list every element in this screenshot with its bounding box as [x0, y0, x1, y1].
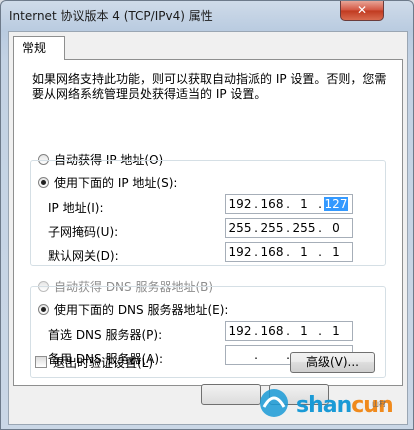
radio-manual-ip-label: 使用下面的 IP 地址(S): [54, 175, 178, 190]
ip-octet-4[interactable]: 127 [322, 197, 350, 211]
advanced-button[interactable]: 高级(V)... [290, 352, 375, 373]
validate-settings-row[interactable]: 退出时验证设置(L) [35, 354, 153, 370]
radio-manual-ip-circle[interactable] [38, 176, 49, 188]
ok-button[interactable] [201, 384, 261, 405]
pdns-octet-1[interactable]: 192 [226, 324, 254, 338]
default-gateway-field[interactable]: 192. 168. 1. 1 [225, 242, 353, 262]
gateway-octet-2[interactable]: 168 [258, 245, 286, 259]
mask-octet-3[interactable]: 255 [290, 221, 318, 235]
radio-manual-ip[interactable]: 使用下面的 IP 地址(S): [38, 174, 181, 190]
radio-manual-dns-circle[interactable] [38, 303, 49, 315]
pdns-octet-3[interactable]: 1 [290, 324, 318, 338]
ip-octet-1[interactable]: 192 [226, 197, 254, 211]
ip-octet-2[interactable]: 168 [258, 197, 286, 211]
window-title: Internet 协议版本 4 (TCP/IPv4) 属性 [9, 9, 213, 23]
preferred-dns-label: 首选 DNS 服务器(P): [48, 328, 163, 342]
watermark-subtext: 山村 [372, 400, 386, 408]
subnet-mask-label: 子网掩码(U): [48, 225, 119, 239]
general-panel: 如果网络支持此功能，则可以获取自动指派的 IP 设置。否则，您需要从网络系统管理… [13, 59, 403, 386]
subnet-mask-field[interactable]: 255. 255. 255. 0 [225, 218, 353, 238]
gateway-octet-3[interactable]: 1 [290, 245, 318, 259]
ip-octet-4-selected: 127 [323, 197, 349, 211]
validate-settings-label: 退出时验证设置(L) [53, 355, 154, 370]
ip-address-field[interactable]: 192. 168. 1. 127 [225, 194, 353, 214]
mask-octet-2[interactable]: 255 [258, 221, 286, 235]
ip-address-label: IP 地址(I): [48, 201, 104, 215]
default-gateway-label: 默认网关(D): [48, 249, 119, 263]
gateway-octet-1[interactable]: 192 [226, 245, 254, 259]
radio-manual-dns[interactable]: 使用下面的 DNS 服务器地址(E): [38, 301, 232, 317]
watermark-logo: shancun 山村 [254, 381, 404, 425]
watermark-icon [260, 389, 288, 417]
close-button[interactable]: ✕ [340, 1, 384, 21]
ip-octet-3[interactable]: 1 [290, 197, 318, 211]
pdns-octet-2[interactable]: 168 [258, 324, 286, 338]
description-text: 如果网络支持此功能，则可以获取自动指派的 IP 设置。否则，您需要从网络系统管理… [32, 72, 387, 101]
mask-octet-1[interactable]: 255 [226, 221, 254, 235]
radio-manual-dns-label: 使用下面的 DNS 服务器地址(E): [54, 302, 229, 317]
close-icon: ✕ [356, 3, 368, 17]
pdns-octet-4[interactable]: 1 [322, 324, 350, 338]
mask-octet-4[interactable]: 0 [322, 221, 350, 235]
dialog-window: Internet 协议版本 4 (TCP/IPv4) 属性 ✕ 常规 如果网络支… [0, 0, 414, 430]
preferred-dns-field[interactable]: 192. 168. 1. 1 [225, 321, 353, 341]
gateway-octet-4[interactable]: 1 [322, 245, 350, 259]
validate-settings-checkbox[interactable] [35, 356, 47, 368]
tab-general[interactable]: 常规 [13, 36, 65, 60]
title-bar[interactable]: Internet 协议版本 4 (TCP/IPv4) 属性 ✕ [1, 1, 413, 27]
